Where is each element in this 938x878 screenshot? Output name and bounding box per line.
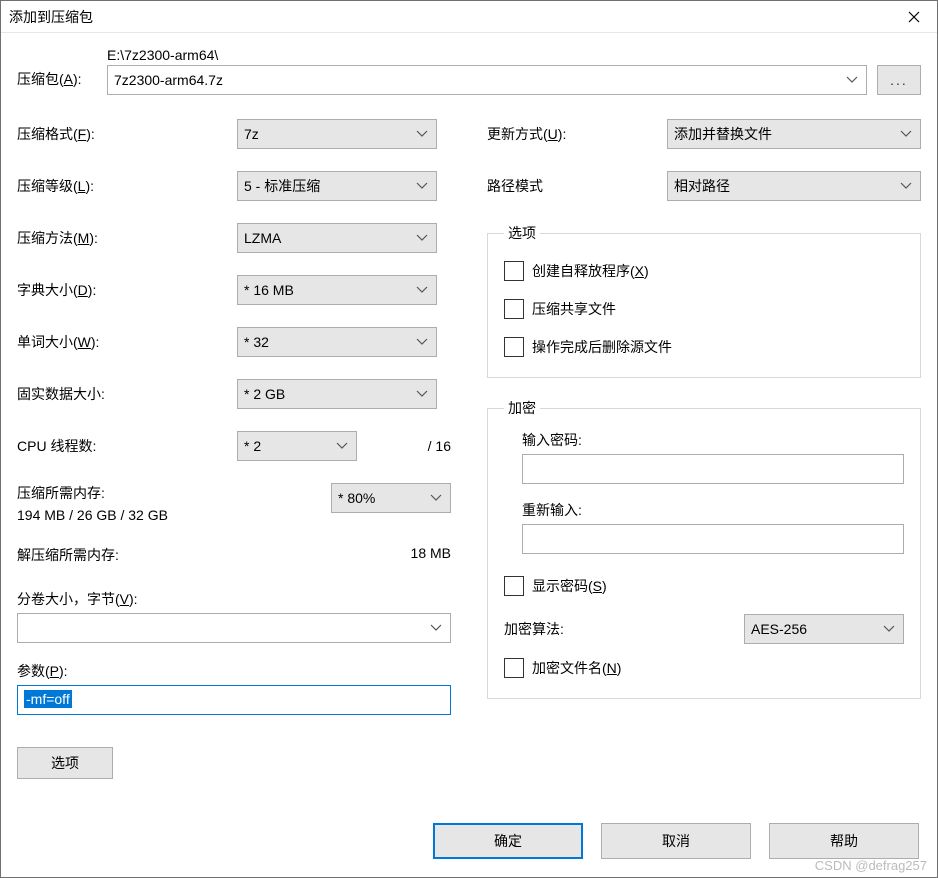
algo-select[interactable]: AES-256 <box>744 614 904 644</box>
memdecomp-label: 解压缩所需内存: <box>17 545 119 565</box>
solid-label: 固实数据大小: <box>17 384 237 404</box>
sfx-checkbox[interactable] <box>504 261 524 281</box>
threads-max: / 16 <box>428 438 451 454</box>
pathmode-select[interactable]: 相对路径 <box>667 171 921 201</box>
split-label: 分卷大小，字节(V): <box>17 589 451 609</box>
level-label: 压缩等级(L): <box>17 176 237 196</box>
encrypt-group: 加密 输入密码: 重新输入: 显示密码(S) 加密算法: AES-256 <box>487 398 921 699</box>
pathmode-label: 路径模式 <box>487 176 667 196</box>
shared-checkbox-row[interactable]: 压缩共享文件 <box>504 299 904 319</box>
password-label: 输入密码: <box>522 430 904 450</box>
close-icon[interactable] <box>891 1 937 33</box>
showpw-checkbox-row[interactable]: 显示密码(S) <box>504 576 904 596</box>
password-input[interactable] <box>522 454 904 484</box>
encnames-checkbox-row[interactable]: 加密文件名(N) <box>504 658 904 678</box>
memcomp-detail: 194 MB / 26 GB / 32 GB <box>17 507 331 523</box>
options-legend: 选项 <box>504 223 540 243</box>
browse-button[interactable]: ... <box>877 65 921 95</box>
word-label: 单词大小(W): <box>17 332 237 352</box>
titlebar: 添加到压缩包 <box>1 1 937 33</box>
window-title: 添加到压缩包 <box>9 7 891 27</box>
watermark: CSDN @defrag257 <box>815 858 927 873</box>
threads-label: CPU 线程数: <box>17 436 237 456</box>
encnames-label: 加密文件名(N) <box>532 658 621 678</box>
options-button[interactable]: 选项 <box>17 747 113 779</box>
shared-checkbox[interactable] <box>504 299 524 319</box>
password2-label: 重新输入: <box>522 500 904 520</box>
delete-checkbox[interactable] <box>504 337 524 357</box>
params-label: 参数(P): <box>17 661 451 681</box>
algo-label: 加密算法: <box>504 619 744 639</box>
archive-path: E:\7z2300-arm64\ <box>107 47 867 63</box>
encrypt-legend: 加密 <box>504 398 540 418</box>
dict-label: 字典大小(D): <box>17 280 237 300</box>
archive-filename-combo[interactable]: 7z2300-arm64.7z <box>107 65 867 95</box>
sfx-label: 创建自释放程序(X) <box>532 261 649 281</box>
memcomp-label: 压缩所需内存: <box>17 483 331 503</box>
split-combo[interactable] <box>17 613 451 643</box>
cancel-button[interactable]: 取消 <box>601 823 751 859</box>
delete-checkbox-row[interactable]: 操作完成后删除源文件 <box>504 337 904 357</box>
level-select[interactable]: 5 - 标准压缩 <box>237 171 437 201</box>
memcomp-percent-select[interactable]: * 80% <box>331 483 451 513</box>
format-select[interactable]: 7z <box>237 119 437 149</box>
password2-input[interactable] <box>522 524 904 554</box>
solid-select[interactable]: * 2 GB <box>237 379 437 409</box>
format-label: 压缩格式(F): <box>17 124 237 144</box>
delete-label: 操作完成后删除源文件 <box>532 337 672 357</box>
update-label: 更新方式(U): <box>487 124 667 144</box>
archive-label: 压缩包(A): <box>17 69 97 95</box>
method-label: 压缩方法(M): <box>17 228 237 248</box>
showpw-label: 显示密码(S) <box>532 576 607 596</box>
encnames-checkbox[interactable] <box>504 658 524 678</box>
method-select[interactable]: LZMA <box>237 223 437 253</box>
update-select[interactable]: 添加并替换文件 <box>667 119 921 149</box>
showpw-checkbox[interactable] <box>504 576 524 596</box>
word-select[interactable]: * 32 <box>237 327 437 357</box>
memdecomp-value: 18 MB <box>411 545 451 565</box>
help-button[interactable]: 帮助 <box>769 823 919 859</box>
params-input[interactable]: -mf=off <box>17 685 451 715</box>
options-group: 选项 创建自释放程序(X) 压缩共享文件 操作完成后删除源文件 <box>487 223 921 378</box>
shared-label: 压缩共享文件 <box>532 299 616 319</box>
sfx-checkbox-row[interactable]: 创建自释放程序(X) <box>504 261 904 281</box>
threads-select[interactable]: * 2 <box>237 431 357 461</box>
ok-button[interactable]: 确定 <box>433 823 583 859</box>
dict-select[interactable]: * 16 MB <box>237 275 437 305</box>
